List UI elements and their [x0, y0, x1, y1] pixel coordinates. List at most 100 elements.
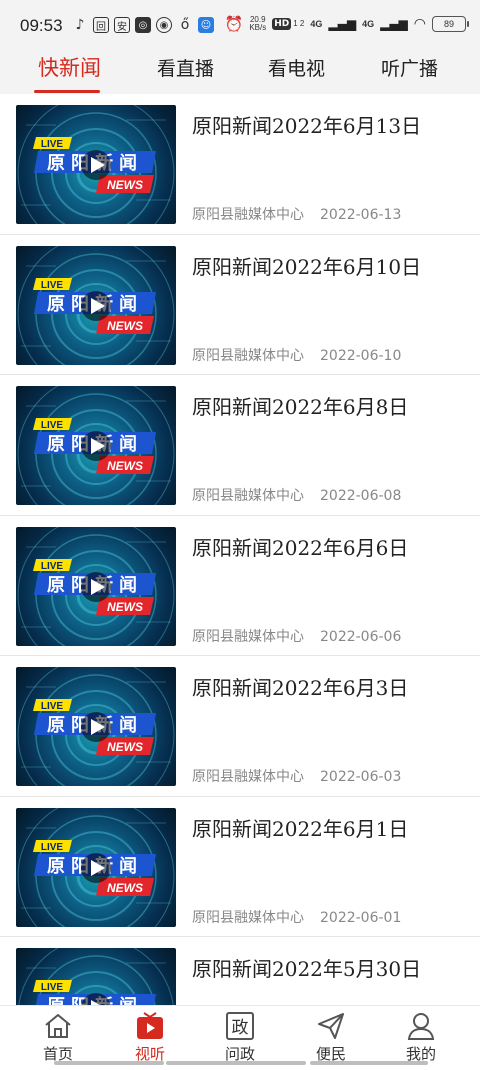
gesture-bar-right: [310, 1061, 428, 1065]
send-icon: [318, 1013, 344, 1039]
live-news-thumbnail-art: LIVE 原阳新闻 NEWS: [17, 386, 175, 505]
nav-bianmin[interactable]: 便民: [301, 1012, 361, 1064]
alarm-icon: ⏰: [224, 15, 244, 33]
news-meta: 原阳县融媒体中心 2022-06-03: [192, 766, 401, 786]
news-thumbnail[interactable]: LIVE 原阳新闻 NEWS: [16, 105, 176, 224]
news-list-item[interactable]: LIVE 原阳新闻 NEWS 原阳新闻2022年6月10日 原阳县融媒体中心 20…: [0, 235, 480, 375]
live-text: LIVE: [41, 420, 64, 431]
news-title[interactable]: 原阳新闻2022年5月30日: [192, 953, 421, 982]
news-date: 2022-06-01: [320, 909, 402, 926]
app-icon-blue: ☺: [198, 17, 214, 33]
status-right: ⏰ 20.9 KB/s HD 1 2 4G ▂▄▆ 4G ▂▄▆ ◠ 89: [224, 15, 469, 33]
nav-wenzheng[interactable]: 政 问政: [210, 1012, 270, 1064]
live-text: LIVE: [41, 139, 64, 150]
tab-active-indicator: [34, 90, 100, 93]
app-icon-an: 安: [114, 17, 130, 33]
news-meta: 原阳县融媒体中心 2022-06-13: [192, 204, 401, 224]
news-source: 原阳县融媒体中心: [192, 488, 304, 504]
status-app-icons: ♪ 回 安 ◎ ◉ ő ☺: [72, 17, 214, 33]
news-list-item[interactable]: LIVE 原阳新闻 NEWS 原阳新闻2022年6月3日 原阳县融媒体中心 202…: [0, 656, 480, 797]
news-list-item[interactable]: LIVE 原阳新闻 NEWS 原阳新闻2022年6月6日 原阳县融媒体中心 202…: [0, 516, 480, 656]
gesture-bar-left: [54, 1061, 164, 1065]
news-text: NEWS: [107, 319, 143, 333]
hd-label: HD: [274, 19, 290, 29]
tiktok-icon: ♪: [75, 17, 85, 33]
live-news-thumbnail-art: LIVE 原阳新闻 NEWS: [17, 245, 175, 365]
nav-mine[interactable]: 我的: [391, 1012, 451, 1064]
signal-4g-2: 4G: [362, 19, 375, 29]
signal-bars-icon: ▂▄▆: [328, 17, 357, 31]
live-text: LIVE: [41, 280, 64, 291]
nav-video[interactable]: 视听: [120, 1012, 180, 1064]
news-text: NEWS: [107, 740, 143, 754]
news-thumbnail[interactable]: LIVE 原阳新闻 NEWS: [16, 386, 176, 505]
news-meta: 原阳县融媒体中心 2022-06-06: [192, 626, 401, 646]
live-text: LIVE: [41, 701, 64, 712]
news-title[interactable]: 原阳新闻2022年6月8日: [192, 391, 408, 420]
news-date: 2022-06-13: [320, 207, 402, 223]
news-meta: 原阳县融媒体中心 2022-06-08: [192, 485, 401, 505]
news-title[interactable]: 原阳新闻2022年6月3日: [192, 672, 408, 701]
news-list: LIVE 原阳新闻 NEWS 原阳新闻2022年6月13日 原阳县融媒体中心 20…: [0, 94, 480, 1070]
app-icon-cat: ◉: [156, 17, 172, 33]
svg-text:政: 政: [232, 1018, 249, 1038]
status-time: 09:53: [20, 16, 63, 35]
nav-home[interactable]: 首页: [28, 1012, 88, 1064]
app-icon-weibo: ő: [180, 17, 190, 33]
signal-4g-1: 4G: [310, 19, 323, 29]
home-icon: [45, 1014, 71, 1038]
app-icon-a: 回: [93, 17, 109, 33]
tab-tingguangbo[interactable]: 听广播: [381, 54, 438, 81]
live-text: LIVE: [41, 561, 64, 572]
news-source: 原阳县融媒体中心: [192, 909, 304, 926]
news-date: 2022-06-10: [320, 347, 402, 364]
tab-kanzhibo[interactable]: 看直播: [157, 54, 214, 81]
news-text: NEWS: [107, 459, 143, 473]
battery-level: 89: [443, 19, 454, 29]
news-list-item[interactable]: LIVE 原阳新闻 NEWS 原阳新闻2022年6月8日 原阳县融媒体中心 202…: [0, 375, 480, 516]
news-date: 2022-06-06: [320, 628, 402, 645]
news-text: NEWS: [107, 600, 143, 614]
battery-icon: 89: [432, 16, 469, 32]
news-list-item[interactable]: LIVE 原阳新闻 NEWS 原阳新闻2022年6月13日 原阳县融媒体中心 20…: [0, 94, 480, 235]
news-text: NEWS: [107, 881, 143, 895]
news-list-item[interactable]: LIVE 原阳新闻 NEWS 原阳新闻2022年6月1日 原阳县融媒体中心 202…: [0, 797, 480, 937]
live-news-thumbnail-art: LIVE 原阳新闻 NEWS: [17, 105, 175, 224]
video-icon: [137, 1012, 163, 1039]
news-thumbnail[interactable]: LIVE 原阳新闻 NEWS: [16, 667, 176, 786]
person-icon: [407, 1013, 435, 1040]
live-text: LIVE: [41, 842, 64, 853]
wifi-icon: ◠: [413, 16, 426, 32]
live-text: LIVE: [41, 982, 64, 993]
news-source: 原阳县融媒体中心: [192, 628, 304, 645]
zheng-icon: 政: [226, 1012, 254, 1040]
live-news-thumbnail-art: LIVE 原阳新闻 NEWS: [17, 667, 175, 786]
net-speed: 20.9 KB/s: [249, 16, 266, 32]
live-news-thumbnail-art: LIVE 原阳新闻 NEWS: [17, 807, 175, 927]
hd-sub: 1 2: [293, 19, 305, 28]
news-thumbnail[interactable]: LIVE 原阳新闻 NEWS: [16, 245, 176, 365]
news-thumbnail[interactable]: LIVE 原阳新闻 NEWS: [16, 526, 176, 646]
news-thumbnail[interactable]: LIVE 原阳新闻 NEWS: [16, 807, 176, 927]
news-title[interactable]: 原阳新闻2022年6月10日: [192, 251, 421, 280]
live-news-thumbnail-art: LIVE 原阳新闻 NEWS: [17, 526, 175, 646]
signal-bars-icon-2: ▂▄▆: [380, 17, 408, 31]
news-title[interactable]: 原阳新闻2022年6月1日: [192, 813, 408, 842]
news-title[interactable]: 原阳新闻2022年6月13日: [192, 110, 421, 139]
app-icon-square: ◎: [135, 17, 151, 33]
tab-kandianshi[interactable]: 看电视: [268, 54, 325, 81]
news-source: 原阳县融媒体中心: [192, 769, 304, 785]
news-title[interactable]: 原阳新闻2022年6月6日: [192, 532, 408, 561]
tab-bar: 快新闻 看直播 看电视 听广播: [0, 40, 480, 94]
news-text: NEWS: [107, 178, 143, 192]
news-date: 2022-06-03: [320, 769, 402, 785]
news-source: 原阳县融媒体中心: [192, 207, 304, 223]
tab-kuaixinwen[interactable]: 快新闻: [38, 52, 101, 82]
hd-icon: HD: [272, 18, 292, 30]
news-meta: 原阳县融媒体中心 2022-06-10: [192, 345, 401, 365]
gesture-bar-mid: [166, 1061, 306, 1065]
news-meta: 原阳县融媒体中心 2022-06-01: [192, 907, 401, 927]
news-date: 2022-06-08: [320, 488, 402, 504]
news-source: 原阳县融媒体中心: [192, 347, 304, 364]
net-speed-unit: KB/s: [249, 23, 267, 32]
